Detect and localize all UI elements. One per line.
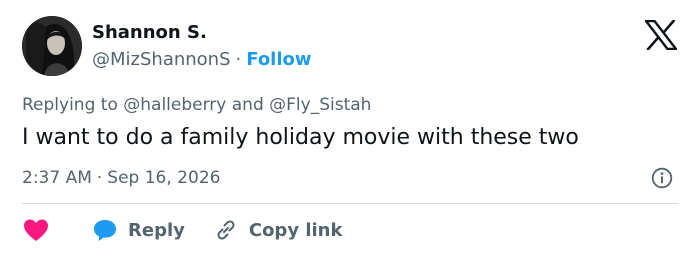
speech-bubble-icon xyxy=(94,220,116,241)
mention-fly-sistah[interactable]: @Fly_Sistah xyxy=(269,95,371,115)
info-icon[interactable] xyxy=(651,167,673,189)
divider xyxy=(22,203,678,204)
tweet-time: 2:37 AM xyxy=(22,168,92,188)
action-bar: Reply Copy link xyxy=(22,216,342,244)
tweet-text: I want to do a family holiday movie with… xyxy=(22,125,579,150)
user-handle[interactable]: @MizShannonS xyxy=(92,49,231,70)
separator-dot: · xyxy=(96,168,103,188)
copy-link-label: Copy link xyxy=(248,219,343,241)
reply-prefix: Replying to xyxy=(22,95,124,115)
avatar[interactable] xyxy=(22,16,82,76)
heart-icon xyxy=(24,219,48,241)
tweet-embed: Shannon S. @MizShannonS · Follow Replying … xyxy=(0,0,700,256)
reply-conjunction: and xyxy=(226,95,270,115)
display-name[interactable]: Shannon S. xyxy=(92,22,207,44)
avatar-photo xyxy=(22,16,82,76)
like-button[interactable] xyxy=(22,217,50,243)
separator-dot: · xyxy=(235,49,242,70)
reply-context: Replying to @halleberry and @Fly_Sistah xyxy=(22,94,371,116)
reply-label: Reply xyxy=(128,219,185,241)
link-icon xyxy=(217,220,235,240)
reply-button[interactable]: Reply xyxy=(92,218,185,242)
follow-link[interactable]: Follow xyxy=(246,49,311,70)
mention-halleberry[interactable]: @halleberry xyxy=(123,95,226,115)
x-logo-icon[interactable] xyxy=(643,19,679,51)
tweet-date: Sep 16, 2026 xyxy=(107,168,221,188)
copy-link-button[interactable]: Copy link xyxy=(213,217,343,243)
tweet-timestamp[interactable]: 2:37 AM · Sep 16, 2026 xyxy=(22,167,220,189)
handle-row: @MizShannonS · Follow xyxy=(92,49,312,71)
